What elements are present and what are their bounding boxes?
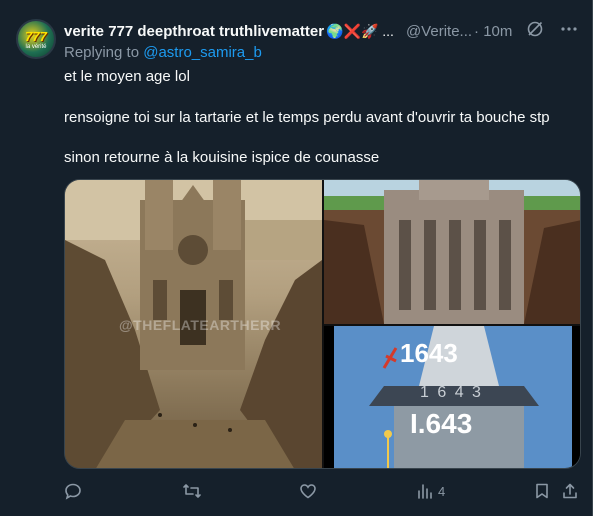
media-image-clock-tower-date[interactable]: 1643 1 6 4 3 I.643	[324, 326, 580, 468]
avatar[interactable]: 777 la vérité	[16, 19, 56, 59]
replying-to: Replying to @astro_samira_b	[64, 44, 262, 61]
display-name[interactable]: verite 777 deepthroat truthlivematter	[64, 23, 324, 40]
retweet-icon	[182, 482, 202, 500]
tweet-text-line-3: sinon retourne à la kouisine ispice de c…	[64, 149, 380, 166]
timestamp[interactable]: · 10m	[474, 23, 512, 40]
reply-icon	[64, 482, 82, 500]
avatar-text: 777	[25, 29, 47, 44]
tweet-text-line-2: rensoigne toi sur la tartarie et le temp…	[64, 109, 550, 126]
year-crossed-text: 1643	[400, 338, 458, 368]
bookmark-button[interactable]	[533, 482, 551, 500]
user-handle[interactable]: @Verite...	[406, 23, 472, 40]
name-emoji: 🌍❌🚀 ...	[326, 22, 394, 39]
more-icon[interactable]	[560, 20, 578, 43]
media-grid: @THEFLATEARTHERR 1643 1 6 4 3 I.643	[64, 179, 581, 469]
share-button[interactable]	[561, 482, 579, 500]
reply-mention-link[interactable]: @astro_samira_b	[143, 44, 262, 61]
views-icon	[416, 482, 434, 500]
like-icon	[299, 482, 317, 500]
reply-button[interactable]	[64, 482, 82, 500]
year-engraved-text: 1 6 4 3	[420, 384, 483, 401]
tweet-actions: 4	[64, 482, 582, 504]
avatar-subtext: la vérité	[25, 44, 47, 50]
like-button[interactable]	[299, 482, 317, 500]
year-new-text: I.643	[410, 408, 473, 439]
watermark-text: @THEFLATEARTHERR	[119, 317, 282, 333]
share-icon	[561, 482, 579, 500]
views-button[interactable]: 4	[416, 482, 445, 500]
grok-icon[interactable]	[526, 20, 544, 43]
replying-prefix: Replying to	[64, 44, 144, 61]
tweet[interactable]: 777 la vérité verite 777 deepthroat trut…	[0, 0, 593, 516]
retweet-button[interactable]	[182, 482, 202, 500]
media-image-cathedral-underground[interactable]	[324, 180, 580, 324]
tweet-text-line-1: et le moyen age lol	[64, 68, 190, 85]
bookmark-icon	[533, 482, 551, 500]
header-icons	[526, 20, 578, 43]
views-count: 4	[438, 483, 446, 499]
tweet-header: verite 777 deepthroat truthlivematter 🌍❌…	[64, 21, 512, 41]
